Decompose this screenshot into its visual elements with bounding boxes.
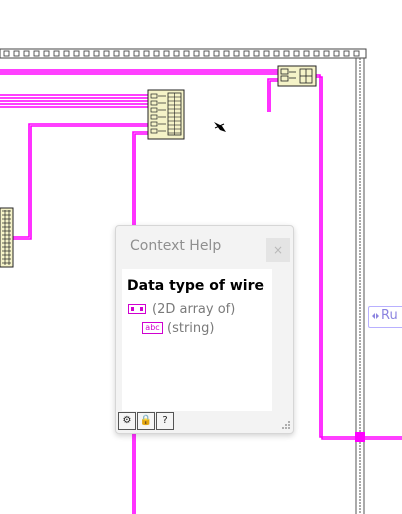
simple-help-icon[interactable]: ⚙ (118, 412, 136, 430)
context-help-title: Context Help (130, 238, 222, 254)
run-label-text: Ru (381, 308, 398, 323)
wire-input-icon (372, 313, 379, 319)
lock-icon[interactable]: 🔒 (137, 412, 155, 430)
2d-array-terminal-icon (128, 304, 146, 314)
array-indicator-node[interactable] (0, 207, 14, 268)
resize-grip-icon[interactable] (281, 420, 291, 430)
context-help-toolbar: ⚙ 🔒 ? (118, 412, 175, 430)
data-type-heading: Data type of wire (127, 278, 265, 294)
wiring-tool-cursor-icon (214, 122, 226, 132)
index-array-node[interactable] (147, 89, 185, 140)
close-button[interactable]: × (266, 238, 290, 262)
context-help-panel: Data type of wire (2D array of) abc (str… (122, 269, 272, 411)
context-help-window[interactable]: Context Help × Data type of wire (2D arr… (115, 225, 294, 434)
run-label[interactable]: Ru (368, 306, 402, 328)
string-type-label: (string) (167, 321, 215, 336)
array-type-label: (2D array of) (152, 302, 236, 317)
string-terminal-icon: abc (142, 322, 163, 334)
tunnel-terminal[interactable] (355, 432, 365, 442)
build-array-node[interactable] (277, 65, 317, 87)
detailed-help-icon[interactable]: ? (156, 412, 174, 430)
